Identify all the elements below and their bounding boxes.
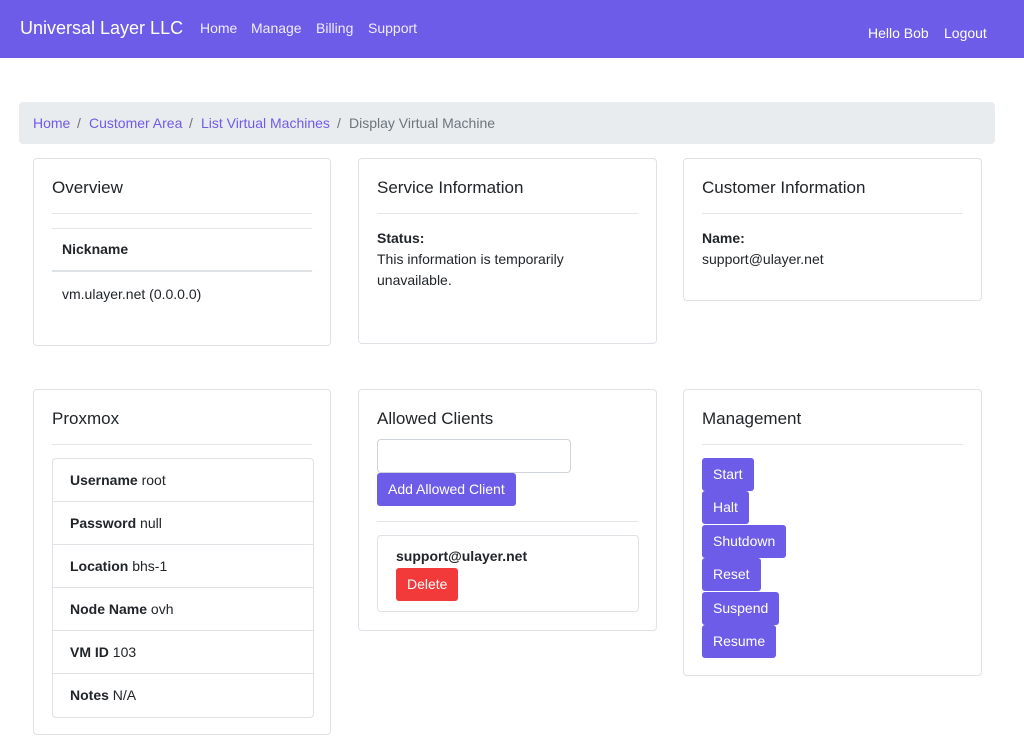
overview-title: Overview	[52, 178, 123, 197]
customer-name-value: support@ulayer.net	[702, 251, 824, 267]
divider	[52, 444, 312, 445]
detail-key: Username	[70, 472, 138, 488]
customer-name-label: Name:	[702, 230, 745, 246]
detail-key: Password	[70, 515, 137, 531]
divider	[377, 213, 638, 214]
reset-button[interactable]: Reset	[702, 558, 761, 591]
management-card: Management Start Halt Shutdown Reset Sus…	[683, 389, 982, 676]
detail-value: 103	[112, 644, 137, 660]
breadcrumb: Home / Customer Area / List Virtual Mach…	[19, 102, 995, 144]
service-information-title: Service Information	[377, 178, 524, 197]
nav-home-link[interactable]: Home	[200, 19, 237, 37]
table-top-border	[52, 228, 312, 229]
add-allowed-client-button[interactable]: Add Allowed Client	[377, 473, 516, 506]
nav-manage-link[interactable]: Manage	[251, 19, 302, 37]
breadcrumb-separator: /	[189, 115, 193, 131]
breadcrumb-home[interactable]: Home	[33, 115, 70, 132]
nickname-column-header: Nickname	[62, 241, 129, 257]
delete-client-button[interactable]: Delete	[396, 568, 459, 601]
start-button[interactable]: Start	[702, 458, 754, 491]
nickname-value: vm.ulayer.net (0.0.0.0)	[62, 286, 202, 302]
service-information-card: Service Information Status: This informa…	[358, 158, 657, 344]
divider	[702, 444, 963, 445]
detail-value: ovh	[150, 601, 174, 617]
detail-value: null	[140, 515, 162, 531]
allowed-client-item: support@ulayer.net Delete	[377, 535, 639, 612]
brand-link[interactable]: Universal Layer LLC	[20, 17, 183, 39]
table-header-border	[52, 270, 312, 272]
management-title: Management	[702, 409, 802, 428]
resume-button[interactable]: Resume	[702, 625, 777, 658]
nav-support-link[interactable]: Support	[368, 19, 417, 37]
list-item: Password null	[53, 502, 313, 545]
top-navbar: Universal Layer LLC Home Manage Billing …	[0, 0, 1024, 58]
list-item: Location bhs-1	[53, 545, 313, 588]
detail-key: Location	[70, 558, 129, 574]
detail-key: Notes	[70, 687, 109, 703]
status-text-line1: This information is temporarily	[377, 251, 564, 267]
allowed-clients-title: Allowed Clients	[377, 409, 494, 428]
detail-value: root	[141, 472, 166, 488]
list-item: Username root	[53, 459, 313, 502]
detail-value: bhs-1	[132, 558, 168, 574]
divider	[52, 213, 312, 214]
breadcrumb-customer-area[interactable]: Customer Area	[89, 115, 182, 132]
customer-information-card: Customer Information Name: support@ulaye…	[683, 158, 982, 301]
list-item: VM ID 103	[53, 631, 313, 674]
breadcrumb-list-vms[interactable]: List Virtual Machines	[201, 115, 330, 132]
divider	[702, 213, 963, 214]
list-item: Notes N/A	[53, 674, 313, 717]
detail-value: N/A	[112, 687, 137, 703]
breadcrumb-separator: /	[337, 115, 341, 131]
halt-button[interactable]: Halt	[702, 491, 749, 524]
proxmox-details-list: Username root Password null Location bhs…	[52, 458, 314, 718]
shutdown-button[interactable]: Shutdown	[702, 525, 787, 558]
user-greeting: Hello Bob	[868, 25, 929, 41]
detail-key: Node Name	[70, 601, 148, 617]
allowed-client-email: support@ulayer.net	[396, 548, 528, 564]
status-text-line2: unavailable.	[377, 272, 452, 288]
suspend-button[interactable]: Suspend	[702, 592, 780, 625]
proxmox-title: Proxmox	[52, 409, 120, 428]
list-item: Node Name ovh	[53, 588, 313, 631]
nav-billing-link[interactable]: Billing	[316, 19, 353, 37]
customer-information-title: Customer Information	[702, 178, 866, 197]
breadcrumb-current: Display Virtual Machine	[349, 115, 496, 131]
allowed-clients-card: Allowed Clients Add Allowed Client suppo…	[358, 389, 657, 631]
overview-card: Overview Nickname vm.ulayer.net (0.0.0.0…	[33, 158, 331, 346]
divider	[377, 521, 638, 522]
allowed-client-input[interactable]	[377, 439, 571, 473]
status-label: Status:	[377, 230, 425, 246]
logout-link[interactable]: Logout	[944, 24, 987, 42]
breadcrumb-separator: /	[77, 115, 81, 131]
detail-key: VM ID	[70, 644, 109, 660]
proxmox-card: Proxmox Username root Password null Loca…	[33, 389, 331, 735]
